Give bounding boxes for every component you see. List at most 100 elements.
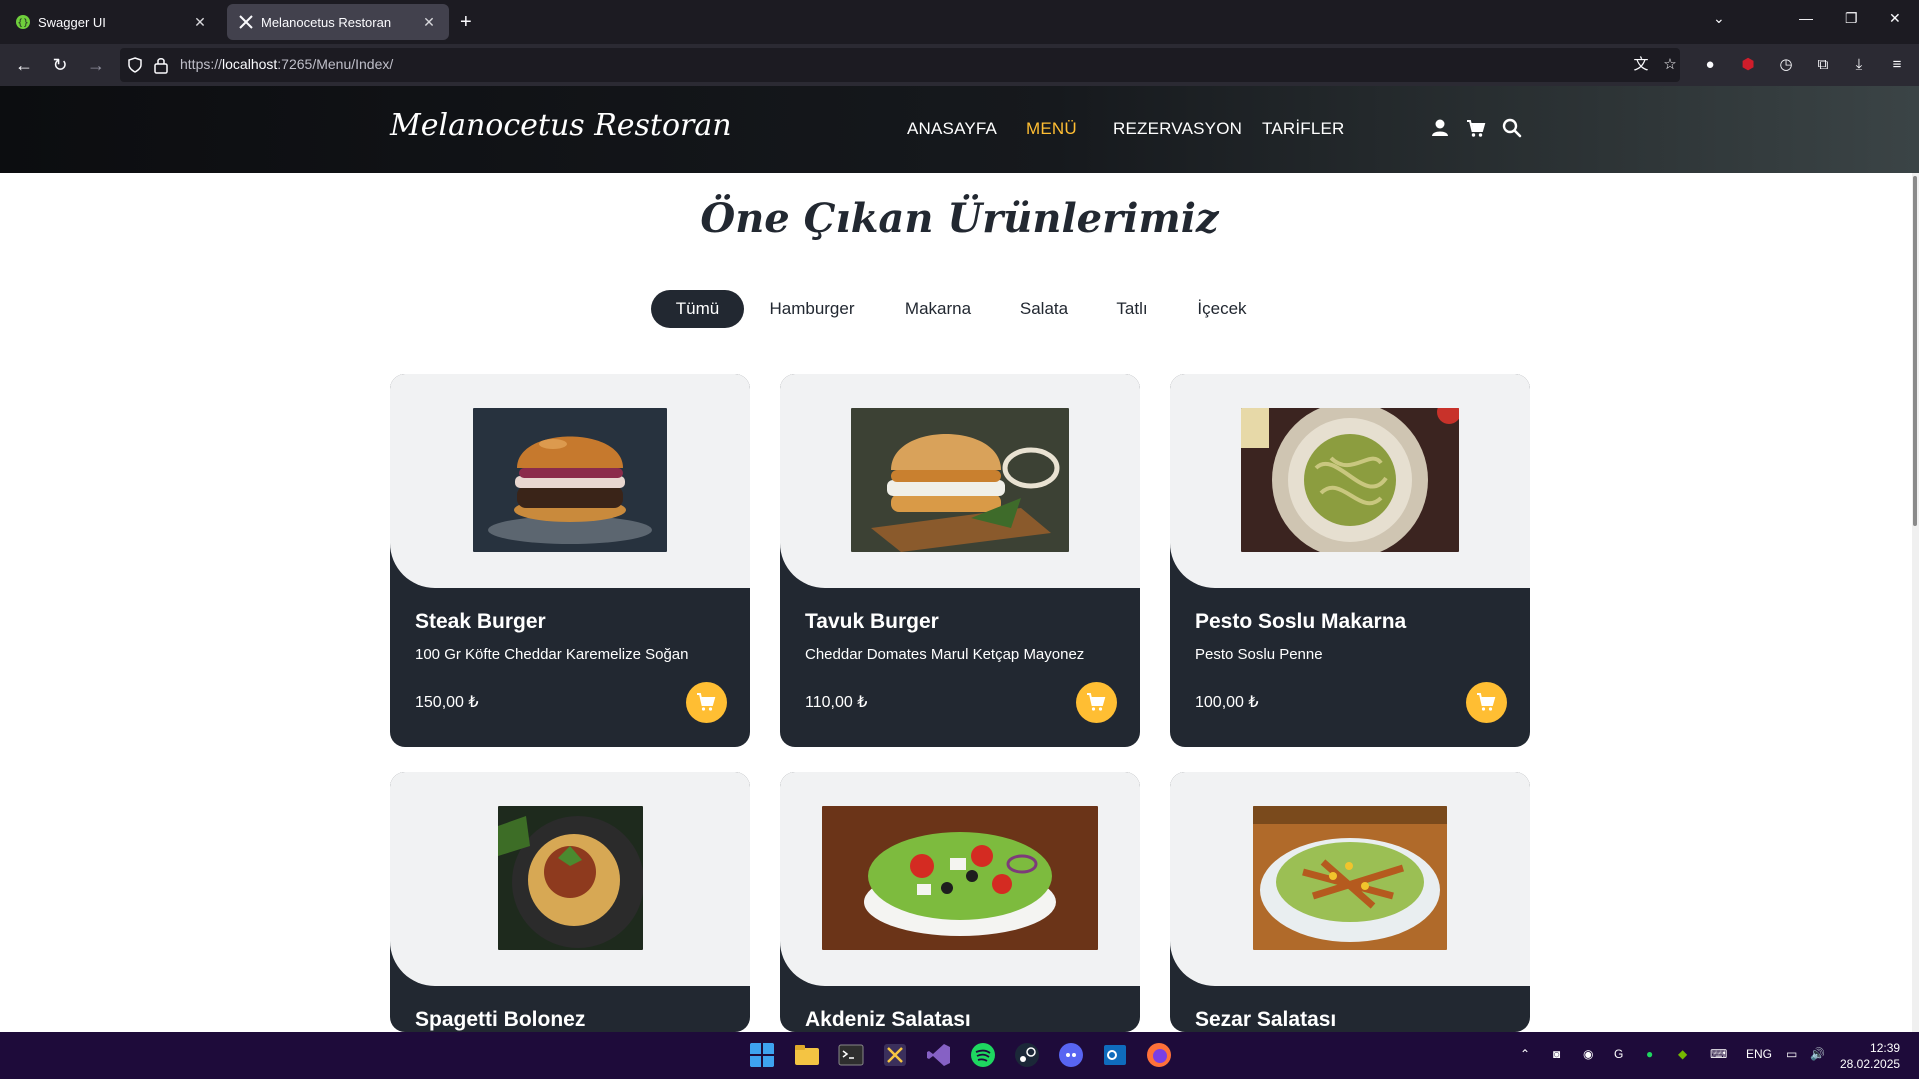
minimize-icon[interactable]: — <box>1799 10 1813 26</box>
input-language[interactable]: ENG <box>1746 1047 1772 1061</box>
clock-date: 28.02.2025 <box>1840 1057 1901 1071</box>
product-card: Sezar Salatası <box>1170 772 1530 1032</box>
product-name: Sezar Salatası <box>1195 1008 1337 1031</box>
product-image-box <box>390 374 750 588</box>
chicken-burger-image <box>851 408 1069 552</box>
category-filters: Tümü Hamburger Makarna Salata Tatlı İçec… <box>0 290 1919 328</box>
close-window-icon[interactable]: ✕ <box>1889 10 1901 27</box>
tab-title: Swagger UI <box>38 14 106 30</box>
extensions-puzzle-icon[interactable]: ⧉ <box>1812 54 1834 76</box>
cart-icon <box>1477 693 1496 711</box>
tab-melanocetus[interactable]: Melanocetus Restoran ✕ <box>227 4 449 40</box>
spotify-icon[interactable] <box>970 1042 996 1068</box>
product-name: Tavuk Burger <box>805 610 939 633</box>
close-tab-icon[interactable]: ✕ <box>192 14 208 31</box>
utensils-icon <box>239 15 253 29</box>
terminal-icon[interactable] <box>838 1042 864 1068</box>
url-text[interactable]: https://localhost:7265/Menu/Index/ <box>180 56 393 72</box>
caesar-salad-image <box>1253 806 1447 950</box>
shield-icon[interactable] <box>127 57 143 73</box>
swagger-icon: {} <box>16 15 30 29</box>
windows-start-icon[interactable] <box>749 1042 775 1068</box>
product-description: Cheddar Domates Marul Ketçap Mayonez <box>805 646 1085 663</box>
mediterranean-salad-image <box>822 806 1098 950</box>
filter-tatli[interactable]: Tatlı <box>1106 290 1158 328</box>
filter-icecek[interactable]: İçecek <box>1188 290 1256 328</box>
filter-hamburger[interactable]: Hamburger <box>760 290 864 328</box>
product-card: Tavuk Burger Cheddar Domates Marul Ketça… <box>780 374 1140 747</box>
product-name: Spagetti Bolonez <box>415 1008 586 1031</box>
steak-burger-image <box>473 408 667 552</box>
translate-icon[interactable]: 文 <box>1630 54 1652 76</box>
tray-spotify-icon[interactable]: ● <box>1646 1047 1653 1061</box>
filter-tumu[interactable]: Tümü <box>651 290 744 328</box>
visual-studio-icon[interactable] <box>926 1042 952 1068</box>
product-price: 150,00 ₺ <box>415 694 479 711</box>
product-card: Pesto Soslu Makarna Pesto Soslu Penne 10… <box>1170 374 1530 747</box>
tab-swagger[interactable]: {} Swagger UI ✕ <box>4 4 220 40</box>
section-title: Öne Çıkan Ürünlerimiz <box>700 195 1219 242</box>
search-icon[interactable] <box>1501 117 1523 139</box>
tray-app-icon[interactable]: ◙ <box>1553 1047 1560 1061</box>
product-card: Spagetti Bolonez <box>390 772 750 1032</box>
add-to-cart-button[interactable] <box>686 682 727 723</box>
site-header: Melanocetus Restoran ANASAYFA MENÜ REZER… <box>0 86 1919 173</box>
filter-makarna[interactable]: Makarna <box>894 290 982 328</box>
windows-taskbar: ⌃ ◙ ◉ G ● ◆ ⌨ ENG ▭ 🔊 12:39 28.02.2025 <box>0 1032 1919 1079</box>
tray-chevron-icon[interactable]: ⌃ <box>1520 1047 1530 1061</box>
tray-app-icon[interactable]: G <box>1614 1047 1623 1061</box>
new-tab-button[interactable]: + <box>460 10 472 34</box>
nav-rezervasyon[interactable]: REZERVASYON <box>1113 119 1242 139</box>
product-card: Akdeniz Salatası <box>780 772 1140 1032</box>
network-icon[interactable]: ▭ <box>1786 1047 1797 1061</box>
product-description: Pesto Soslu Penne <box>1195 646 1323 663</box>
download-icon[interactable]: ⤓ <box>1848 54 1870 76</box>
product-name: Steak Burger <box>415 610 546 633</box>
tab-title: Melanocetus Restoran <box>261 14 392 30</box>
extension-eyes-icon[interactable]: ● <box>1699 54 1721 76</box>
reload-icon[interactable]: ↻ <box>48 54 72 76</box>
ublock-icon[interactable]: ⬢ <box>1737 54 1759 76</box>
volume-icon[interactable]: 🔊 <box>1810 1047 1825 1061</box>
outlook-icon[interactable] <box>1102 1042 1128 1068</box>
cart-icon <box>1087 693 1106 711</box>
close-tab-icon[interactable]: ✕ <box>421 14 437 31</box>
browser-tab-bar: {} Swagger UI ✕ Melanocetus Restoran ✕ +… <box>0 0 1919 44</box>
nav-anasayfa[interactable]: ANASAYFA <box>907 119 997 139</box>
clock-time: 12:39 <box>1870 1041 1901 1055</box>
keyboard-icon[interactable]: ⌨ <box>1710 1047 1727 1061</box>
history-clock-icon[interactable]: ◷ <box>1775 54 1797 76</box>
user-icon[interactable] <box>1429 117 1451 139</box>
lock-icon[interactable] <box>153 56 169 74</box>
tray-nvidia-icon[interactable]: ◆ <box>1678 1047 1687 1061</box>
tray-steam-icon[interactable]: ◉ <box>1583 1047 1593 1061</box>
forward-arrow-icon[interactable]: → <box>84 54 108 76</box>
discord-icon[interactable] <box>1058 1042 1084 1068</box>
filter-salata[interactable]: Salata <box>1012 290 1076 328</box>
clock[interactable]: 12:39 28.02.2025 <box>1840 1040 1900 1072</box>
cart-icon[interactable] <box>1465 117 1487 139</box>
hamburger-menu-icon[interactable]: ≡ <box>1886 54 1908 76</box>
back-arrow-icon[interactable]: ← <box>12 54 36 76</box>
snipping-tool-icon[interactable] <box>882 1042 908 1068</box>
nav-menu[interactable]: MENÜ <box>1026 119 1077 139</box>
tab-list-chevron-icon[interactable]: ⌄ <box>1713 10 1725 27</box>
spaghetti-bolognese-image <box>498 806 643 950</box>
product-image-box <box>1170 374 1530 588</box>
add-to-cart-button[interactable] <box>1076 682 1117 723</box>
nav-tarifler[interactable]: TARİFLER <box>1262 119 1345 139</box>
file-explorer-icon[interactable] <box>794 1042 820 1068</box>
star-bookmark-icon[interactable]: ☆ <box>1659 54 1681 76</box>
cart-icon <box>697 693 716 711</box>
product-image-box <box>780 772 1140 986</box>
restore-icon[interactable]: ❐ <box>1845 10 1858 27</box>
site-logo[interactable]: Melanocetus Restoran <box>390 108 732 143</box>
product-image-box <box>1170 772 1530 986</box>
product-description: 100 Gr Köfte Cheddar Karemelize Soğan <box>415 646 689 663</box>
firefox-icon[interactable] <box>1146 1042 1172 1068</box>
product-name: Akdeniz Salatası <box>805 1008 971 1031</box>
steam-icon[interactable] <box>1014 1042 1040 1068</box>
add-to-cart-button[interactable] <box>1466 682 1507 723</box>
scrollbar-thumb[interactable] <box>1913 176 1917 526</box>
product-price: 110,00 ₺ <box>805 694 868 711</box>
